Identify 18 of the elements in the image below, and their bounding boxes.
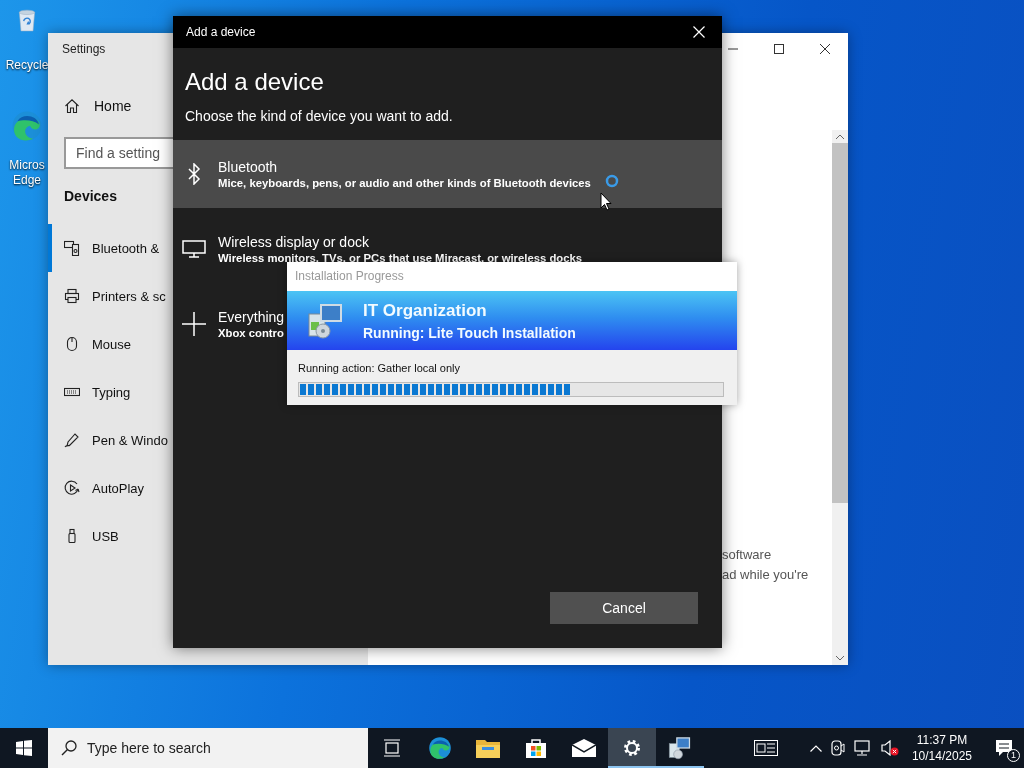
status-text: Running: Lite Touch Installation — [363, 324, 576, 341]
option-title: Everything — [218, 309, 285, 325]
organization-name: IT Organization — [363, 300, 488, 321]
window-title: Add a device — [186, 25, 256, 39]
action-label: Running action: Gather local only — [298, 362, 462, 374]
option-description: Mice, keyboards, pens, or audio and other kinds of Bluetooth devices — [218, 177, 591, 189]
option-description: Xbox contro — [218, 327, 285, 339]
option-title: Bluetooth — [218, 159, 279, 175]
window-title: Installation Progress — [287, 262, 737, 291]
notification-count-badge: 1 — [1007, 749, 1020, 762]
description-text: ad while you're — [722, 566, 810, 584]
section-heading: Devices — [64, 188, 118, 206]
dialog-subtitle: Choose the kind of device you want to add. — [185, 108, 454, 124]
description-text: software — [722, 546, 773, 564]
option-description: Wireless monitors, TVs, or PCs that use Miracast, or wireless docks — [218, 252, 583, 264]
option-title: Wireless display or dock — [218, 234, 370, 250]
window-title: Settings — [62, 42, 107, 58]
dialog-heading: Add a device — [185, 68, 325, 96]
